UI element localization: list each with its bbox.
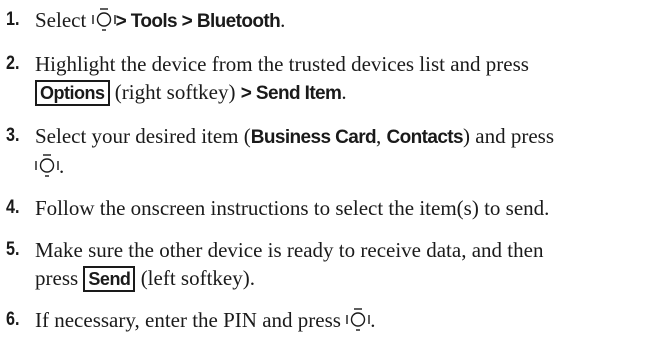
step-4: 4. Follow the onscreen instructions to s… xyxy=(6,194,646,222)
step-line: If necessary, enter the PIN and press . xyxy=(35,306,646,334)
step-line: Options (right softkey) > Send Item. xyxy=(35,78,646,108)
menu-path: > Send Item xyxy=(240,83,342,104)
step-number: 2. xyxy=(6,53,20,74)
options-softkey: Options xyxy=(35,80,110,106)
menu-path: > Tools > Bluetooth xyxy=(115,11,281,32)
item-contacts: Contacts xyxy=(386,127,464,148)
step-5: 5. Make sure the other device is ready t… xyxy=(6,236,646,292)
step-body: Make sure the other device is ready to r… xyxy=(35,236,646,292)
step-text: press xyxy=(35,266,79,290)
step-3: 3. Select your desired item (Business Ca… xyxy=(6,122,646,180)
step-2: 2. Highlight the device from the trusted… xyxy=(6,50,646,108)
step-text: Select xyxy=(35,8,87,32)
step-text: Select your desired item ( xyxy=(35,124,251,148)
step-body: Highlight the device from the trusted de… xyxy=(35,50,646,108)
separator: , xyxy=(376,124,387,148)
step-body: Follow the onscreen instructions to sele… xyxy=(35,194,646,222)
step-end: . xyxy=(341,80,347,104)
step-text: ) and press xyxy=(463,124,554,148)
step-number: 1. xyxy=(6,9,20,30)
step-body: Select your desired item (Business Card,… xyxy=(35,122,646,180)
softkey-description: (left softkey). xyxy=(140,266,255,290)
step-1: 1. Select > Tools > Bluetooth. xyxy=(6,6,646,36)
softkey-description: (right softkey) xyxy=(114,80,236,104)
step-end: . xyxy=(59,154,65,178)
step-end: . xyxy=(280,8,286,32)
navigation-key-icon xyxy=(346,307,370,331)
step-line: press Send (left softkey). xyxy=(35,264,646,292)
step-end: . xyxy=(370,308,376,332)
step-line: Make sure the other device is ready to r… xyxy=(35,238,544,262)
step-number: 5. xyxy=(6,239,20,260)
step-body: If necessary, enter the PIN and press . xyxy=(35,306,646,334)
step-line: Select your desired item (Business Card,… xyxy=(35,122,646,152)
step-line: Select > Tools > Bluetooth. xyxy=(35,6,646,36)
step-line: Highlight the device from the trusted de… xyxy=(35,52,529,76)
instruction-steps: 1. Select > Tools > Bluetooth. 2. Highli… xyxy=(6,6,646,334)
step-6: 6. If necessary, enter the PIN and press… xyxy=(6,306,646,334)
step-line: . xyxy=(35,152,646,180)
step-body: Select > Tools > Bluetooth. xyxy=(35,6,646,36)
navigation-key-icon xyxy=(35,153,59,177)
send-softkey: Send xyxy=(83,266,136,292)
step-text: If necessary, enter the PIN and press xyxy=(35,308,341,332)
step-number: 4. xyxy=(6,197,20,218)
navigation-key-icon xyxy=(91,7,116,31)
step-number: 6. xyxy=(6,309,20,330)
item-business-card: Business Card xyxy=(250,127,377,148)
step-number: 3. xyxy=(6,125,20,146)
step-line: Follow the onscreen instructions to sele… xyxy=(35,196,550,220)
